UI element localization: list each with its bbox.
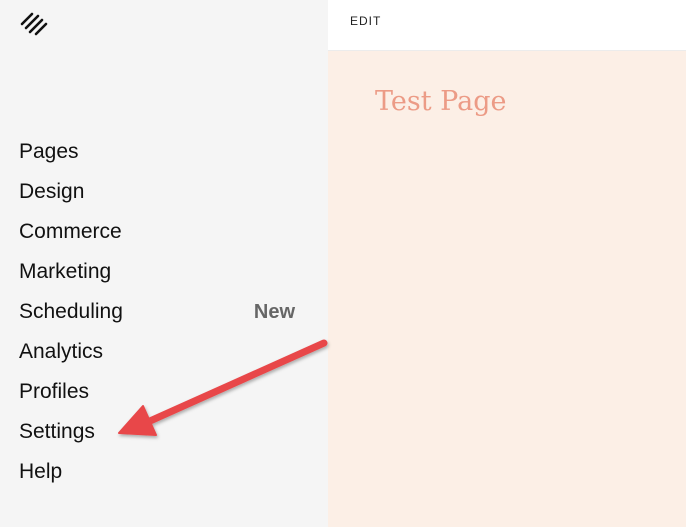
page-title: Test Page (375, 86, 507, 117)
new-badge: New (253, 301, 295, 323)
sidebar-item-pages[interactable]: Pages (19, 132, 309, 172)
preview-topbar: EDIT (328, 0, 686, 51)
sidebar-item-design[interactable]: Design (19, 172, 309, 212)
sidebar-item-analytics[interactable]: Analytics (19, 332, 309, 372)
sidebar-item-settings[interactable]: Settings (19, 412, 309, 452)
sidebar-item-label: Profiles (19, 380, 90, 403)
sidebar-item-label: Marketing (19, 260, 112, 283)
sidebar-item-marketing[interactable]: Marketing (19, 252, 309, 292)
site-preview: EDIT Test Page (328, 0, 686, 527)
sidebar: Pages Design Commerce Marketing Scheduli… (0, 0, 328, 527)
sidebar-item-commerce[interactable]: Commerce (19, 212, 309, 252)
sidebar-item-help[interactable]: Help (19, 452, 309, 492)
edit-button[interactable]: EDIT (350, 14, 381, 28)
sidebar-item-label: Pages (19, 140, 79, 163)
sidebar-item-label: Design (19, 180, 85, 203)
sidebar-item-scheduling[interactable]: Scheduling New (19, 292, 309, 332)
sidebar-nav: Pages Design Commerce Marketing Scheduli… (19, 132, 309, 492)
sidebar-item-label: Help (19, 460, 63, 483)
sidebar-item-label: Analytics (19, 340, 104, 363)
sidebar-item-label: Commerce (19, 220, 122, 243)
sidebar-item-label: Scheduling (19, 300, 123, 323)
squarespace-logo-icon[interactable] (18, 10, 50, 38)
sidebar-item-label: Settings (19, 420, 95, 443)
sidebar-item-profiles[interactable]: Profiles (19, 372, 309, 412)
